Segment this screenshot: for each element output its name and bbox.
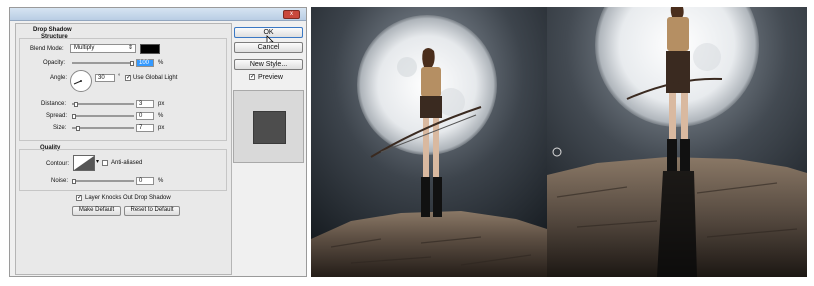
size-input[interactable]: 7 [136,124,154,132]
size-slider-thumb[interactable] [76,126,80,131]
layer-style-dialog: x Drop Shadow Structure Blend Mode: Mult… [9,7,307,277]
size-unit: px [158,125,165,131]
distance-slider[interactable] [72,103,134,105]
opacity-unit: % [158,60,164,66]
style-preview [233,90,304,163]
use-global-light-checkbox[interactable]: ✓ [125,75,131,81]
spread-unit: % [158,113,164,119]
preview-swatch [253,111,286,144]
size-label: Size: [53,125,67,131]
make-default-button[interactable]: Make Default [72,206,121,216]
chevron-down-icon[interactable]: ▾ [96,159,99,166]
dialog-titlebar: x [10,8,306,21]
knockout-checkbox[interactable]: ✓ [76,195,82,201]
noise-slider-thumb[interactable] [72,179,76,184]
linear-contour-icon [74,156,94,170]
angle-needle-icon [73,80,82,85]
size-slider[interactable] [72,127,134,129]
preview-label: Preview [258,74,283,81]
archer-moon-image [311,7,547,277]
shadow-color-swatch[interactable] [140,44,160,54]
anti-aliased-label: Anti-aliased [111,160,143,166]
reset-to-default-button[interactable]: Reset to Default [124,206,180,216]
opacity-input[interactable]: 100 [136,59,154,67]
distance-unit: px [158,101,165,107]
contour-label: Contour: [46,161,70,167]
anti-aliased-checkbox[interactable] [102,160,108,166]
new-style-button[interactable]: New Style... [234,59,303,70]
spread-slider-thumb[interactable] [72,114,76,119]
angle-input[interactable]: 30 [95,74,115,82]
use-global-light-label: Use Global Light [133,75,178,81]
noise-unit: % [158,178,164,184]
spread-input[interactable]: 0 [136,112,154,120]
cancel-button[interactable]: Cancel [234,42,303,53]
noise-slider[interactable] [72,180,134,182]
distance-label: Distance: [41,101,67,107]
spread-label: Spread: [46,113,68,119]
blend-mode-select[interactable]: Multiply ⇕ [70,44,136,53]
close-icon[interactable]: x [283,10,300,19]
distance-input[interactable]: 3 [136,100,154,108]
structure-group [19,38,227,141]
knockout-label: Layer Knocks Out Drop Shadow [85,195,171,201]
opacity-label: Opacity: [43,60,66,66]
opacity-slider[interactable] [72,62,134,64]
blend-mode-label: Blend Mode: [30,46,64,52]
angle-label: Angle: [50,75,68,81]
distance-slider-thumb[interactable] [74,102,78,107]
spread-slider[interactable] [72,115,134,117]
archer-moon-reflection-image [547,7,807,277]
noise-input[interactable]: 0 [136,177,154,185]
photo-before [311,7,547,277]
opacity-slider-thumb[interactable] [130,61,134,66]
angle-dial[interactable] [70,70,92,92]
photo-after [547,7,807,277]
drop-shadow-panel: Drop Shadow Structure Blend Mode: Multip… [15,23,232,275]
blend-mode-value: Multiply [74,45,95,51]
preview-checkbox[interactable]: ✓ [249,74,255,80]
contour-picker[interactable] [73,155,95,171]
chevron-down-icon: ⇕ [127,45,133,51]
noise-label: Noise: [51,178,69,184]
degree-symbol: ° [118,74,121,80]
section-title: Drop Shadow [33,27,72,33]
